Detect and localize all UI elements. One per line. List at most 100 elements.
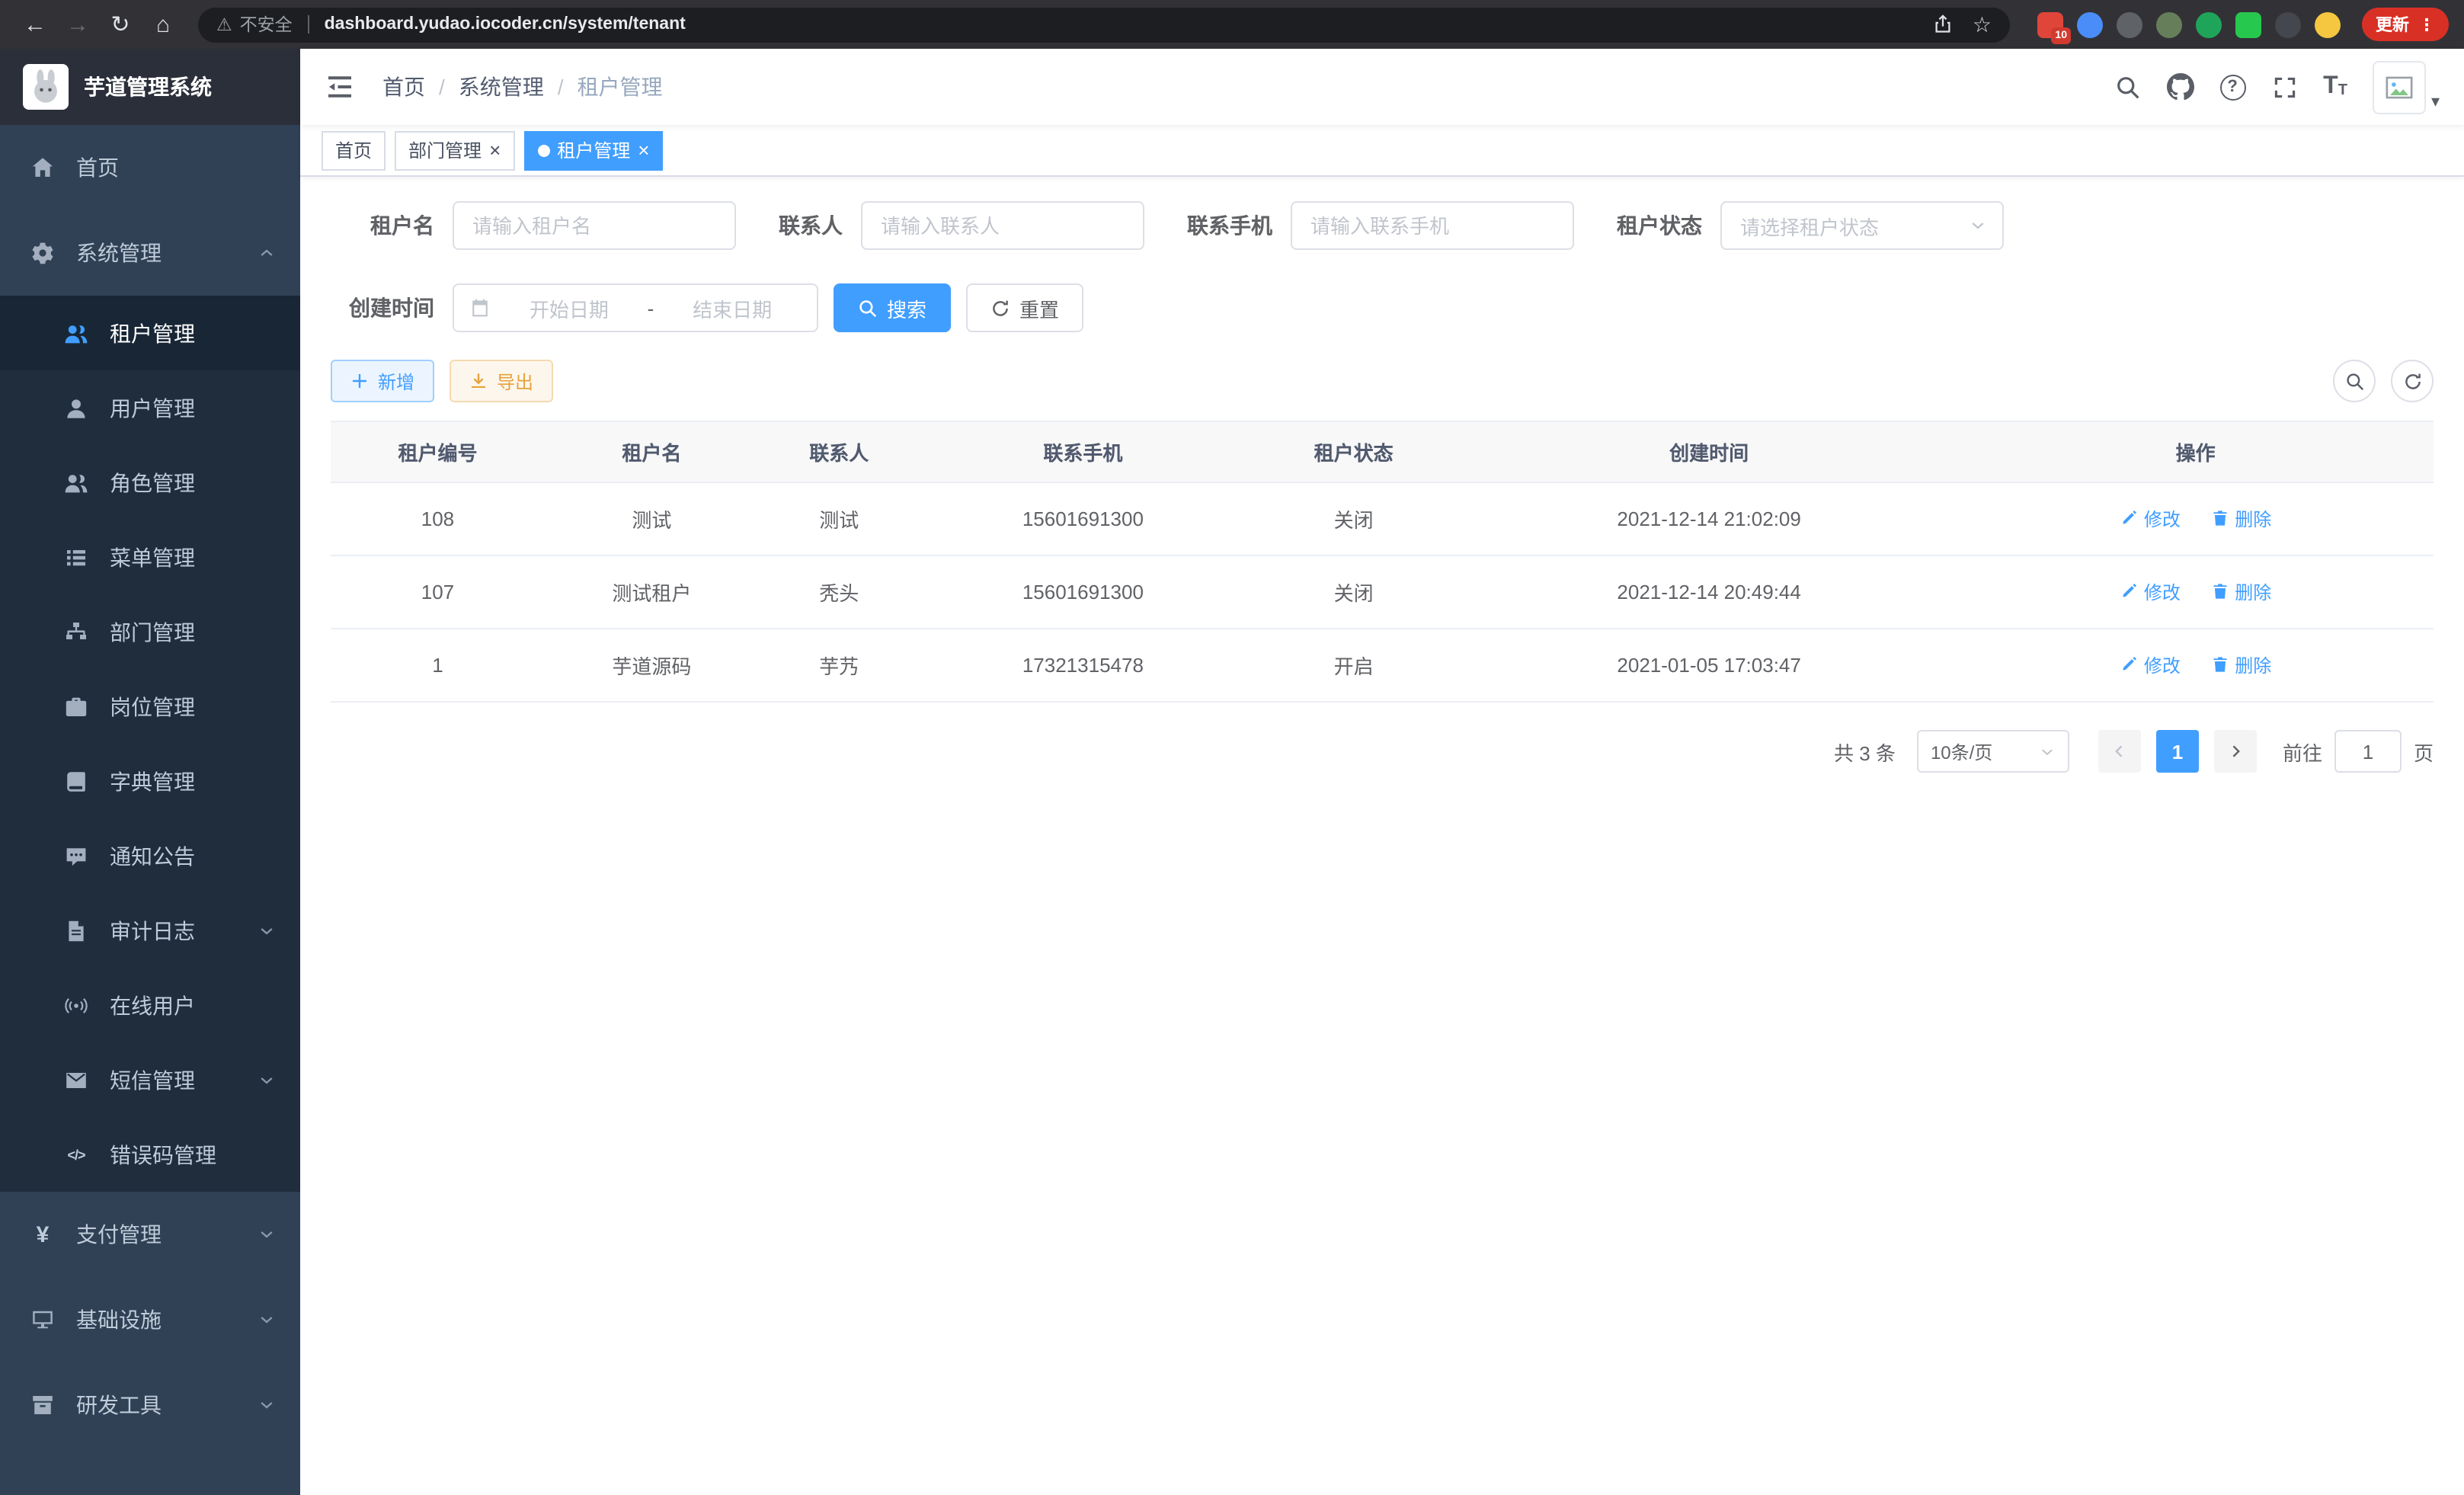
sidebar-item-infrastructure[interactable]: 基础设施 — [0, 1277, 300, 1362]
browser-home-button[interactable]: ⌂ — [143, 5, 183, 44]
goto-page-input[interactable] — [2334, 730, 2402, 773]
menu-label: 支付管理 — [76, 1219, 162, 1250]
font-size-icon[interactable]: TT — [2323, 75, 2347, 99]
delete-link[interactable]: 删除 — [2210, 652, 2271, 678]
tab-home[interactable]: 首页 — [322, 130, 386, 170]
address-bar[interactable]: ⚠ 不安全 dashboard.yudao.iocoder.cn/system/… — [198, 7, 2010, 42]
prev-page-button[interactable] — [2098, 730, 2141, 773]
sidebar-item-notice[interactable]: 通知公告 — [0, 818, 300, 893]
sidebar-item-devtools[interactable]: 研发工具 — [0, 1362, 300, 1448]
sidebar-item-post[interactable]: 岗位管理 — [0, 669, 300, 744]
sidebar-collapse-icon[interactable] — [325, 72, 355, 102]
browser-menu-kebab-icon[interactable]: ⋮ — [2418, 14, 2435, 34]
tab-tenant[interactable]: 租户管理 × — [523, 130, 663, 170]
filter-phone: 联系手机 — [1187, 201, 1574, 250]
extension-icon[interactable] — [2077, 11, 2103, 37]
user-avatar[interactable]: ▾ — [2373, 60, 2440, 114]
announcement-icon — [64, 844, 88, 868]
tenant-name-input[interactable] — [453, 201, 736, 250]
tab-dept[interactable]: 部门管理 × — [395, 130, 514, 170]
edit-link[interactable]: 修改 — [2120, 506, 2181, 532]
page-content: 租户名 联系人 联系手机 租户状态 请选择租户状态 — [300, 177, 2464, 1495]
export-button[interactable]: 导出 — [450, 360, 553, 402]
cell-created: 2021-12-14 20:49:44 — [1461, 555, 1957, 629]
sidebar-item-role[interactable]: 角色管理 — [0, 445, 300, 520]
sidebar-item-online-users[interactable]: 在线用户 — [0, 968, 300, 1042]
delete-link[interactable]: 删除 — [2210, 506, 2271, 532]
chevron-down-icon — [258, 921, 276, 940]
avatar-caret-icon: ▾ — [2431, 91, 2440, 114]
browser-forward-button[interactable]: → — [58, 5, 98, 44]
search-button-label: 搜索 — [887, 293, 926, 322]
toggle-search-button[interactable] — [2333, 360, 2376, 402]
edit-icon — [2120, 510, 2138, 528]
sidebar-item-sms[interactable]: 短信管理 — [0, 1042, 300, 1117]
add-button-label: 新增 — [378, 368, 414, 394]
sidebar-item-error-code[interactable]: </> 错误码管理 — [0, 1117, 300, 1192]
edit-link[interactable]: 修改 — [2120, 579, 2181, 605]
extension-icon[interactable] — [2117, 11, 2142, 37]
chevron-down-icon — [258, 1396, 276, 1414]
column-header: 联系人 — [759, 421, 920, 482]
table-toolbar: 新增 导出 — [331, 360, 2434, 402]
cell-phone: 17321315478 — [920, 629, 1247, 702]
phone-input[interactable] — [1291, 201, 1574, 250]
delete-link[interactable]: 删除 — [2210, 579, 2271, 605]
tab-close-icon[interactable]: × — [638, 140, 649, 160]
sidebar-item-menu[interactable]: 菜单管理 — [0, 520, 300, 594]
sidebar-item-dept[interactable]: 部门管理 — [0, 594, 300, 669]
date-range-picker[interactable]: 开始日期 - 结束日期 — [453, 283, 818, 332]
cell-actions: 修改 删除 — [1957, 555, 2434, 629]
cell-phone: 15601691300 — [920, 482, 1247, 555]
add-button[interactable]: 新增 — [331, 360, 434, 402]
browser-reload-button[interactable]: ↻ — [101, 5, 140, 44]
contact-input[interactable] — [861, 201, 1144, 250]
search-button[interactable]: 搜索 — [834, 283, 951, 332]
page-number-button[interactable]: 1 — [2156, 730, 2199, 773]
breadcrumb-item[interactable]: 首页 — [382, 72, 425, 102]
fullscreen-icon[interactable] — [2271, 74, 2297, 100]
chevron-down-icon — [258, 1071, 276, 1089]
extension-icon[interactable] — [2235, 11, 2261, 37]
menu-label: 研发工具 — [76, 1390, 162, 1420]
page-size-select[interactable]: 10条/页 — [1917, 730, 2069, 773]
extension-icon[interactable] — [2156, 11, 2182, 37]
help-icon[interactable]: ? — [2219, 74, 2245, 100]
next-page-button[interactable] — [2214, 730, 2257, 773]
back-icon: ← — [24, 11, 46, 37]
extension-icon[interactable]: 10 — [2037, 11, 2063, 37]
breadcrumb-item[interactable]: 系统管理 — [459, 72, 544, 102]
app-logo[interactable]: 芋道管理系统 — [0, 49, 300, 125]
delete-label: 删除 — [2235, 579, 2271, 605]
header-search-icon[interactable] — [2114, 74, 2140, 100]
reset-button[interactable]: 重置 — [966, 283, 1083, 332]
site-security-chip[interactable]: ⚠ 不安全 — [216, 12, 293, 37]
browser-update-button[interactable]: 更新 ⋮ — [2362, 8, 2449, 41]
browser-back-button[interactable]: ← — [15, 5, 55, 44]
tab-close-icon[interactable]: × — [489, 140, 501, 160]
search-icon — [858, 298, 878, 318]
sidebar-item-user[interactable]: 用户管理 — [0, 370, 300, 445]
payment-icon: ¥ — [30, 1222, 55, 1247]
refresh-table-button[interactable] — [2391, 360, 2434, 402]
tenants-icon — [64, 321, 88, 345]
extension-icon[interactable] — [2315, 11, 2341, 37]
sidebar-item-audit-log[interactable]: 审计日志 — [0, 893, 300, 968]
cell-tenant-id: 108 — [331, 482, 545, 555]
sidebar-menu: 首页 系统管理 租户管理 用户管理 角色管理 — [0, 125, 300, 1495]
sidebar-item-payment[interactable]: ¥ 支付管理 — [0, 1192, 300, 1277]
github-icon[interactable] — [2166, 73, 2194, 101]
sidebar-item-home[interactable]: 首页 — [0, 125, 300, 210]
column-header: 租户编号 — [331, 421, 545, 482]
bookmark-star-icon[interactable]: ☆ — [1973, 11, 1992, 37]
sidebar-item-system[interactable]: 系统管理 — [0, 210, 300, 296]
share-icon[interactable] — [1933, 14, 1954, 35]
extension-icon[interactable] — [2196, 11, 2222, 37]
sidebar-item-dict[interactable]: 字典管理 — [0, 744, 300, 818]
extension-icon[interactable] — [2275, 11, 2301, 37]
status-select[interactable]: 请选择租户状态 — [1720, 201, 2004, 250]
edit-link[interactable]: 修改 — [2120, 652, 2181, 678]
sidebar-item-tenant[interactable]: 租户管理 — [0, 296, 300, 370]
table-row: 108 测试 测试 15601691300 关闭 2021-12-14 21:0… — [331, 482, 2434, 555]
tab-label: 首页 — [335, 137, 372, 163]
